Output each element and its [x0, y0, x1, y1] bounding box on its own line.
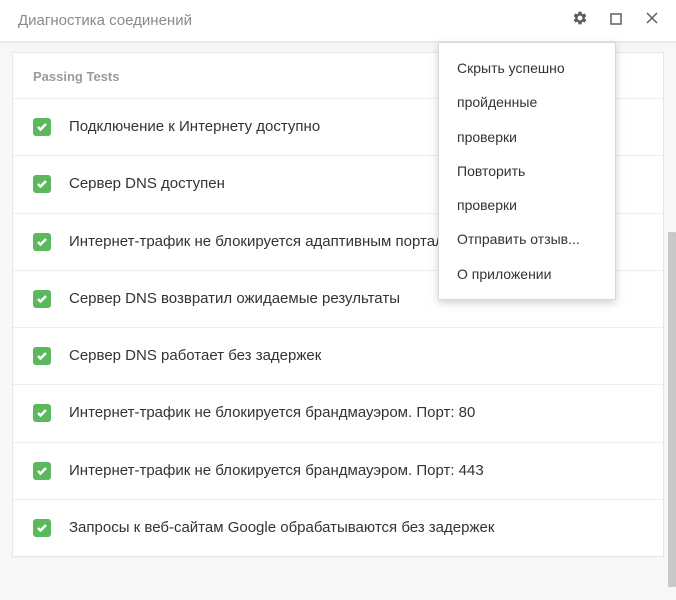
test-row: Интернет-трафик не блокируется брандмауэ…: [13, 443, 663, 500]
check-icon: [33, 233, 51, 251]
check-icon: [33, 404, 51, 422]
menu-item[interactable]: Повторить: [439, 154, 615, 188]
menu-item[interactable]: Скрыть успешно: [439, 51, 615, 85]
test-label: Интернет-трафик не блокируется брандмауэ…: [69, 403, 475, 423]
test-label: Сервер DNS работает без задержек: [69, 346, 321, 366]
test-label: Подключение к Интернету доступно: [69, 117, 320, 137]
settings-button[interactable]: [562, 3, 598, 39]
menu-item[interactable]: пройденные: [439, 85, 615, 119]
menu-item[interactable]: проверки: [439, 188, 615, 222]
close-button[interactable]: [634, 3, 670, 39]
test-row: Интернет-трафик не блокируется брандмауэ…: [13, 385, 663, 442]
menu-item[interactable]: О приложении: [439, 257, 615, 291]
test-row: Сервер DNS работает без задержек: [13, 328, 663, 385]
scrollbar-track[interactable]: [668, 52, 676, 596]
check-icon: [33, 118, 51, 136]
settings-menu: Скрыть успешнопройденныепроверкиПовторит…: [438, 42, 616, 300]
titlebar-controls: [562, 3, 670, 39]
check-icon: [33, 519, 51, 537]
test-label: Сервер DNS доступен: [69, 174, 225, 194]
test-row: Запросы к веб-сайтам Google обрабатывают…: [13, 500, 663, 556]
check-icon: [33, 347, 51, 365]
check-icon: [33, 462, 51, 480]
check-icon: [33, 175, 51, 193]
close-icon: [645, 11, 659, 30]
scrollbar-thumb[interactable]: [668, 232, 676, 587]
test-label: Сервер DNS возвратил ожидаемые результат…: [69, 289, 400, 309]
check-icon: [33, 290, 51, 308]
test-label: Запросы к веб-сайтам Google обрабатывают…: [69, 518, 494, 538]
titlebar: Диагностика соединений: [0, 0, 676, 42]
test-label: Интернет-трафик не блокируется брандмауэ…: [69, 461, 484, 481]
gear-icon: [572, 10, 588, 31]
maximize-button[interactable]: [598, 3, 634, 39]
menu-item[interactable]: Отправить отзыв...: [439, 222, 615, 256]
maximize-icon: [610, 12, 622, 30]
menu-item[interactable]: проверки: [439, 120, 615, 154]
window-title: Диагностика соединений: [18, 12, 562, 29]
